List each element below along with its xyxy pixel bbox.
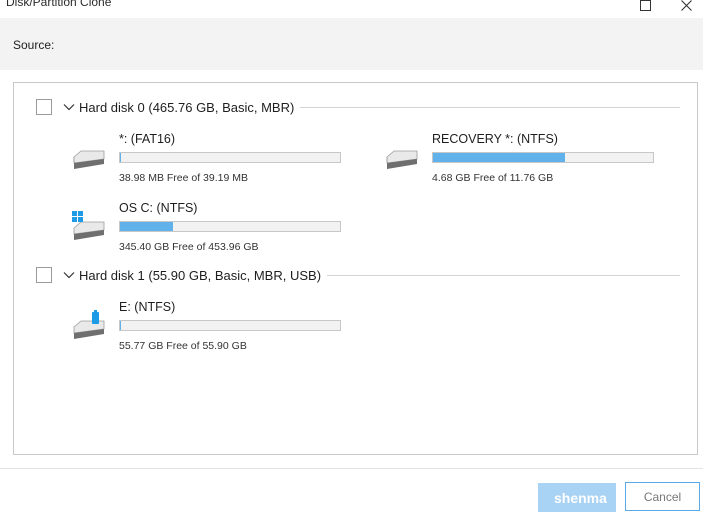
disk-header-0: Hard disk 0 (465.76 GB, Basic, MBR)	[36, 97, 680, 117]
partition-name: OS C: (NTFS)	[119, 201, 198, 215]
chevron-down-icon	[63, 272, 75, 279]
maximize-icon	[639, 0, 651, 11]
usage-bar-fill	[433, 153, 566, 162]
usage-bar	[119, 221, 341, 232]
close-button[interactable]	[671, 0, 701, 16]
disk-0-expand-toggle[interactable]	[61, 99, 77, 115]
partition-name: E: (NTFS)	[119, 300, 176, 314]
partition-free-space: 4.68 GB Free of 11.76 GB	[432, 172, 554, 184]
disk-header-1: Hard disk 1 (55.90 GB, Basic, MBR, USB)	[36, 265, 680, 285]
partition-item[interactable]: RECOVERY *: (NTFS) 4.68 GB Free of 11.76…	[384, 132, 664, 194]
cancel-button[interactable]: Cancel	[625, 482, 700, 511]
usb-drive-icon	[73, 310, 105, 339]
next-button-label: shenma	[554, 489, 607, 506]
disk-0-checkbox[interactable]	[36, 99, 52, 115]
disk-list-panel: Hard disk 0 (465.76 GB, Basic, MBR) *: (…	[13, 82, 698, 455]
usage-bar	[119, 320, 341, 331]
usage-bar	[432, 152, 654, 163]
title-bar: Disk/Partition Clone	[0, 0, 703, 18]
usage-bar-fill	[120, 153, 122, 162]
source-bar: Source:	[0, 18, 703, 70]
partition-free-space: 38.98 MB Free of 39.19 MB	[119, 172, 248, 184]
disk-0-title: Hard disk 0 (465.76 GB, Basic, MBR)	[79, 99, 295, 115]
source-label: Source:	[13, 38, 55, 52]
drive-icon	[73, 150, 105, 169]
partition-free-space: 345.40 GB Free of 453.96 GB	[119, 241, 259, 253]
disk-1-divider	[327, 274, 680, 276]
next-button[interactable]: shenma	[538, 483, 616, 512]
disk-0-divider	[300, 106, 680, 108]
chevron-down-icon	[63, 104, 75, 111]
partition-item[interactable]: E: (NTFS) 55.77 GB Free of 55.90 GB	[71, 300, 351, 362]
disk-1-expand-toggle[interactable]	[61, 267, 77, 283]
partition-name: RECOVERY *: (NTFS)	[432, 132, 558, 146]
disk-1-title: Hard disk 1 (55.90 GB, Basic, MBR, USB)	[79, 267, 322, 283]
partition-item[interactable]: OS C: (NTFS) 345.40 GB Free of 453.96 GB	[71, 201, 351, 263]
footer-divider	[0, 468, 703, 469]
usage-bar	[119, 152, 341, 163]
drive-icon	[386, 150, 418, 169]
partition-item[interactable]: *: (FAT16) 38.98 MB Free of 39.19 MB	[71, 132, 351, 194]
close-icon	[680, 0, 692, 11]
partition-free-space: 55.77 GB Free of 55.90 GB	[119, 340, 247, 352]
disk-1-checkbox[interactable]	[36, 267, 52, 283]
partition-name: *: (FAT16)	[119, 132, 176, 146]
window-title: Disk/Partition Clone	[6, 0, 112, 9]
windows-drive-icon	[72, 211, 105, 240]
maximize-button[interactable]	[630, 0, 660, 16]
usage-bar-fill	[120, 222, 173, 231]
usage-bar-fill	[120, 321, 122, 330]
